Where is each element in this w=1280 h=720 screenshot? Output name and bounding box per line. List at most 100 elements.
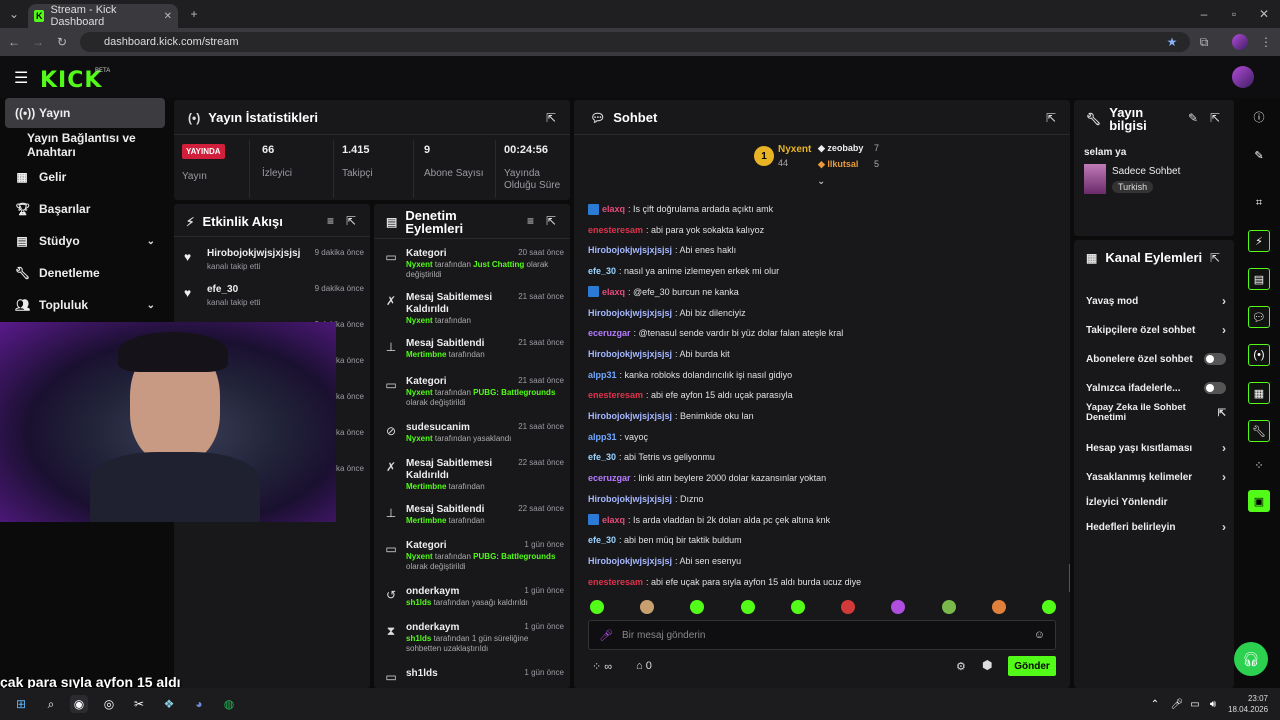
chat-scrollbar[interactable] xyxy=(1069,564,1070,592)
channel-action-item[interactable]: İzleyici Yönlendir xyxy=(1086,495,1226,509)
moderator-name[interactable]: Mertimbne xyxy=(406,482,446,491)
emote-icon[interactable] xyxy=(991,600,1006,614)
filter-icon[interactable]: ≡ xyxy=(327,214,334,228)
popout-icon[interactable]: ⇱ xyxy=(1046,111,1056,125)
browser-tab[interactable]: K Stream - Kick Dashboard ✕ xyxy=(28,4,178,28)
channel-action-item[interactable]: Takipçilere özel sohbet › xyxy=(1086,323,1226,337)
reload-icon[interactable]: ↻ xyxy=(54,34,70,50)
moderator-name[interactable]: Mertimbne xyxy=(406,516,446,525)
support-headset-icon[interactable]: 🎧︎ xyxy=(1234,642,1268,676)
mod-tools-icon[interactable]: ⬢ xyxy=(982,658,992,672)
maximize-icon[interactable]: ▫ xyxy=(1226,6,1242,22)
tab-search-icon[interactable]: ⌄ xyxy=(6,6,22,22)
chat-username[interactable]: elaxq xyxy=(602,204,625,214)
add-widget-icon[interactable]: ▣ xyxy=(1248,490,1270,512)
back-icon[interactable]: ← xyxy=(6,34,22,50)
forward-icon[interactable]: → xyxy=(30,34,46,50)
url-field[interactable]: dashboard.kick.com/stream xyxy=(80,32,1190,52)
edit-pencil-icon[interactable]: ✎ xyxy=(1188,111,1198,125)
close-window-icon[interactable]: ✕ xyxy=(1256,6,1272,22)
discord-icon[interactable]: ◕ xyxy=(190,695,208,713)
volume-icon[interactable]: 🔊︎ xyxy=(1204,695,1222,713)
capcut-icon[interactable]: ✂ xyxy=(130,695,148,713)
crop-icon[interactable]: ⌗ xyxy=(1248,192,1270,214)
toggle-switch[interactable] xyxy=(1204,353,1226,365)
hamburger-icon[interactable]: ☰ xyxy=(14,68,28,88)
chat-username[interactable]: efe_30 xyxy=(588,535,616,545)
filter-icon[interactable]: ≡ xyxy=(527,214,534,228)
bookmark-star-icon[interactable]: ★ xyxy=(1164,34,1180,50)
category-name[interactable]: Sadece Sohbet xyxy=(1112,166,1180,177)
expand-chevron-icon[interactable]: ⌄ xyxy=(817,176,825,187)
pen-icon[interactable]: ✎ xyxy=(1248,144,1270,166)
broadcast-icon[interactable]: (•) xyxy=(1248,344,1270,366)
emote-icon[interactable] xyxy=(941,600,956,614)
menu-dots-icon[interactable]: ⋮ xyxy=(1258,34,1274,50)
chrome-icon[interactable]: ◉ xyxy=(70,695,88,713)
extensions-icon[interactable]: ⧉ xyxy=(1196,34,1212,50)
moderator-name[interactable]: Nyxent xyxy=(406,316,433,325)
moderator-name[interactable]: Nyxent xyxy=(406,434,433,443)
moderator-name[interactable]: Nyxent xyxy=(406,552,433,561)
obs-icon[interactable]: ◎ xyxy=(100,695,118,713)
emoji-icon[interactable]: ☺ xyxy=(1034,629,1045,641)
emote-icon[interactable] xyxy=(790,600,805,614)
moderator-name[interactable]: sh1lds xyxy=(406,598,431,607)
search-icon[interactable]: ⌕ xyxy=(42,695,60,713)
clock[interactable]: 23:07 18.04.2026 xyxy=(1228,693,1268,715)
windows-start-icon[interactable]: ⊞ xyxy=(12,695,30,713)
minimize-icon[interactable]: – xyxy=(1196,6,1212,22)
users-icon[interactable]: ⁘ xyxy=(1248,454,1270,476)
emote-icon[interactable] xyxy=(1041,600,1056,614)
chat-username[interactable]: Hirobojokjwjsjxjsjsj xyxy=(588,245,672,255)
chat-username[interactable]: Hirobojokjwjsjxjsjsj xyxy=(588,308,672,318)
app-icon[interactable]: ❖ xyxy=(160,695,178,713)
activity-user[interactable]: efe_30 xyxy=(207,284,238,295)
network-icon[interactable]: ▭ xyxy=(1186,695,1204,713)
popout-icon[interactable]: ⇱ xyxy=(346,214,356,228)
moderator-name[interactable]: sh1lds xyxy=(406,634,431,643)
emote-icon[interactable] xyxy=(590,600,604,614)
wrench-icon[interactable]: 🔧︎ xyxy=(1248,420,1270,442)
channel-action-item[interactable]: Hedefleri belirleyin › xyxy=(1086,520,1226,534)
new-tab-icon[interactable]: + xyxy=(186,6,202,22)
mic-icon[interactable]: 🎤︎ xyxy=(599,629,613,642)
chat-input[interactable]: 🎤︎ Bir mesaj gönderin ☺ xyxy=(588,620,1056,650)
moderator-name[interactable]: Mertimbne xyxy=(406,350,446,359)
emote-icon[interactable] xyxy=(740,600,755,614)
chat-username[interactable]: elaxq xyxy=(602,287,625,297)
chat-username[interactable]: Hirobojokjwjsjxjsjsj xyxy=(588,411,672,421)
infinity-icon[interactable]: ⁘ ∞ xyxy=(592,660,612,673)
chat-username[interactable]: eceruzgar xyxy=(588,328,631,338)
lightning-icon[interactable]: ⚡︎ xyxy=(1248,230,1270,252)
tab-close-icon[interactable]: ✕ xyxy=(164,11,172,22)
moderator-name[interactable]: Nyxent xyxy=(406,388,433,397)
channel-points[interactable]: ⌂ 0 xyxy=(636,660,652,672)
toggle-switch[interactable] xyxy=(1204,382,1226,394)
chat-username[interactable]: enesteresam xyxy=(588,390,643,400)
sidebar-item-community[interactable]: 👥︎ Topluluk ⌄ xyxy=(5,290,165,320)
channel-action-item[interactable]: Abonelere özel sohbet xyxy=(1086,352,1226,366)
emote-icon[interactable] xyxy=(640,600,655,614)
channel-action-item[interactable]: Yapay Zeka ile Sohbet Denetimi ⇱ xyxy=(1086,403,1226,423)
sidebar-item-stream-key[interactable]: Yayın Bağlantısı ve Anahtarı xyxy=(5,130,175,160)
actions-icon[interactable]: ▦ xyxy=(1248,382,1270,404)
emote-icon[interactable] xyxy=(690,600,705,614)
document-icon[interactable]: ▤ xyxy=(1248,268,1270,290)
sidebar-item-moderation[interactable]: 🔧︎ Denetleme xyxy=(5,258,165,288)
settings-gear-icon[interactable]: ⚙ xyxy=(956,660,966,673)
user-avatar[interactable] xyxy=(1232,66,1254,88)
chat-username[interactable]: Hirobojokjwjsjxjsjsj xyxy=(588,556,672,566)
tray-chevron-icon[interactable]: ⌃ xyxy=(1146,695,1164,713)
moderator-name[interactable]: Nyxent xyxy=(406,260,433,269)
popout-icon[interactable]: ⇱ xyxy=(546,111,556,125)
chat-username[interactable]: eceruzgar xyxy=(588,473,631,483)
chat-username[interactable]: alpp31 xyxy=(588,432,617,442)
spotify-icon[interactable]: ◍ xyxy=(220,695,238,713)
chat-username[interactable]: alpp31 xyxy=(588,370,617,380)
channel-action-item[interactable]: Yavaş mod › xyxy=(1086,294,1226,308)
sidebar-item-studio[interactable]: ▤ Stüdyo ⌄ xyxy=(5,226,165,256)
chat-username[interactable]: enesteresam xyxy=(588,577,643,587)
send-button[interactable]: Gönder xyxy=(1008,656,1056,676)
channel-action-item[interactable]: Yasaklanmış kelimeler › xyxy=(1086,470,1226,484)
